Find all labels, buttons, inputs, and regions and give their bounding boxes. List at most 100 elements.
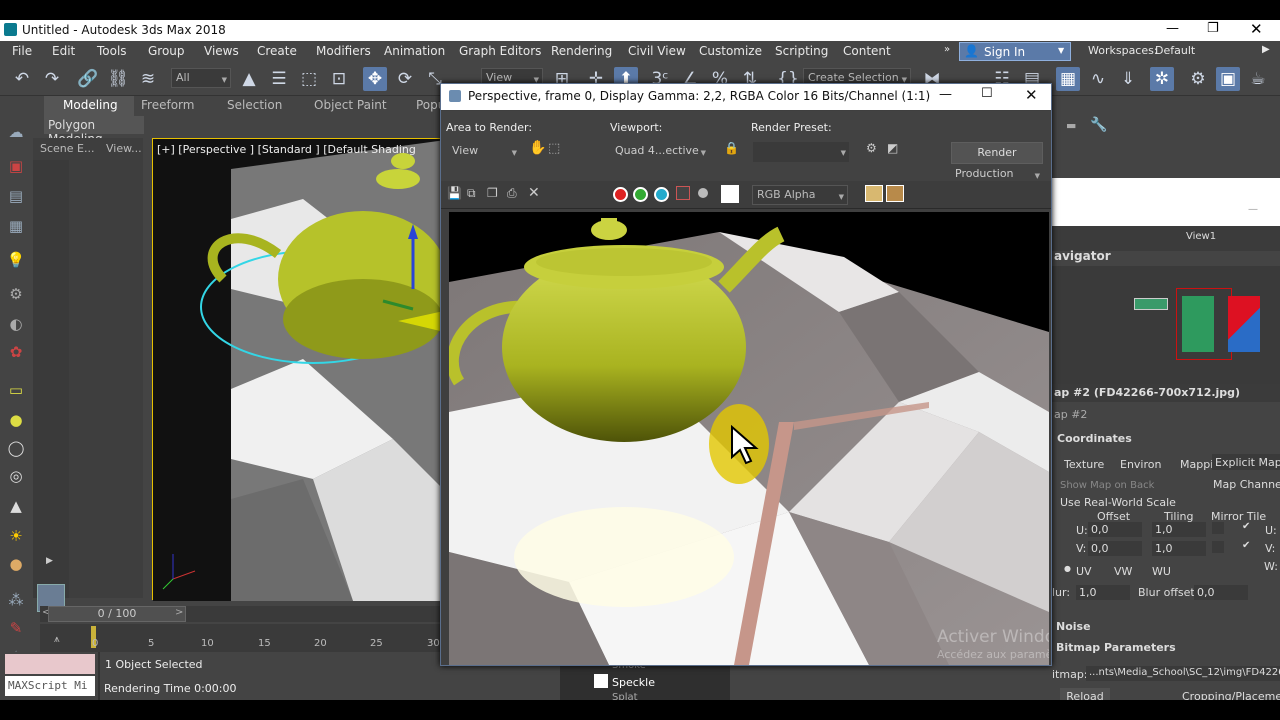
- toolbar-icon-3[interactable]: ▤: [6, 186, 26, 206]
- display-icon[interactable]: ▬: [1066, 119, 1076, 132]
- move-icon[interactable]: ✥: [363, 67, 387, 91]
- alpha-channel-toggle[interactable]: [676, 186, 690, 200]
- menu-graph-editors[interactable]: Graph Editors: [459, 44, 541, 58]
- tab-selection[interactable]: Selection: [227, 98, 282, 112]
- show-map-on-back-checkbox[interactable]: Show Map on Back: [1060, 480, 1154, 491]
- mapping-select[interactable]: Explicit Map Ch: [1212, 454, 1280, 470]
- scene-explorer-icon[interactable]: ▦: [1056, 67, 1080, 91]
- environ-radio[interactable]: Environ: [1120, 458, 1161, 471]
- render-close-icon[interactable]: ✕: [1025, 86, 1038, 104]
- rendered-frame-icon[interactable]: ▣: [1216, 67, 1240, 91]
- window-crossing-icon[interactable]: ⊡: [327, 67, 351, 91]
- menu-overflow-icon[interactable]: »: [944, 44, 950, 55]
- toolbar-icon-4[interactable]: ▦: [6, 216, 26, 236]
- utilities-icon[interactable]: 🔧: [1090, 117, 1107, 133]
- edit-region-icon[interactable]: ✋: [529, 140, 546, 156]
- monochrome-toggle[interactable]: [698, 188, 708, 198]
- reload-button[interactable]: Reload: [1060, 688, 1110, 700]
- render-setup-icon[interactable]: ⚙: [866, 141, 877, 155]
- u-tile-checkbox[interactable]: ✔: [1242, 521, 1250, 532]
- sun-icon[interactable]: ☀: [6, 526, 26, 546]
- menu-rendering[interactable]: Rendering: [551, 44, 612, 58]
- toggle-ui-icon[interactable]: [886, 185, 904, 202]
- toolbar-icon-2[interactable]: ▣: [6, 156, 26, 176]
- next-frame-icon[interactable]: >: [175, 607, 183, 618]
- swatch-color[interactable]: [721, 185, 739, 203]
- schematic-view-icon[interactable]: ⇓: [1116, 67, 1140, 91]
- sphere-icon[interactable]: ●: [6, 410, 26, 430]
- menu-edit[interactable]: Edit: [52, 44, 75, 58]
- bitmap-parameters-rollout[interactable]: Bitmap Parameters: [1056, 641, 1176, 654]
- blur-offset-spinner[interactable]: 0,0: [1194, 585, 1248, 600]
- rotate-icon[interactable]: ⟳: [393, 67, 417, 91]
- scene-explorer-tab[interactable]: Scene E...: [40, 142, 94, 155]
- bitmap-path-button[interactable]: ...nts\Media_School\SC_12\img\FD42266-7: [1086, 666, 1280, 681]
- select-by-name-icon[interactable]: ☰: [267, 67, 291, 91]
- menu-file[interactable]: File: [12, 44, 32, 58]
- lock-icon[interactable]: 🔒: [724, 141, 739, 155]
- v-tiling-spinner[interactable]: 1,0: [1152, 541, 1206, 556]
- view-tab[interactable]: View...: [106, 142, 142, 155]
- green-channel-toggle[interactable]: [633, 187, 648, 202]
- menu-scroll-icon[interactable]: ▶: [1262, 44, 1270, 55]
- polygon-modeling-panel[interactable]: Polygon Modeling: [44, 116, 144, 146]
- toolbar-icon-1[interactable]: ☁: [6, 122, 26, 142]
- tab-object-paint[interactable]: Object Paint: [314, 98, 387, 112]
- menu-customize[interactable]: Customize: [699, 44, 762, 58]
- sign-in-button[interactable]: 👤 Sign In ▼: [959, 42, 1071, 61]
- sphere-gold-icon[interactable]: ●: [6, 554, 26, 574]
- menu-tools[interactable]: Tools: [97, 44, 127, 58]
- toolbar-icon-16[interactable]: ⁂: [6, 590, 26, 610]
- menu-scripting[interactable]: Scripting: [775, 44, 828, 58]
- v-offset-spinner[interactable]: 0,0: [1088, 541, 1142, 556]
- expand-icon[interactable]: ▶: [46, 556, 53, 566]
- render-preset-select[interactable]: [753, 142, 849, 162]
- clear-icon[interactable]: ✕: [528, 185, 540, 201]
- toolbar-icon-17[interactable]: ✎: [6, 618, 26, 638]
- blue-channel-toggle[interactable]: [654, 187, 669, 202]
- maxscript-mini-input[interactable]: MAXScript Mi: [5, 676, 95, 696]
- toolbar-icon-7[interactable]: ◐: [6, 314, 26, 334]
- maxscript-listener[interactable]: [5, 654, 95, 674]
- unlink-icon[interactable]: ⛓: [106, 67, 130, 91]
- render-minimize-icon[interactable]: —: [939, 87, 952, 102]
- curve-editor-icon[interactable]: ∿: [1086, 67, 1110, 91]
- noise-rollout[interactable]: Noise: [1056, 620, 1091, 633]
- render-production-icon[interactable]: ☕: [1246, 67, 1270, 91]
- v-mirror-checkbox[interactable]: [1212, 541, 1224, 553]
- track-bar-icon[interactable]: ⩚: [54, 634, 60, 645]
- wu-radio[interactable]: WU: [1152, 565, 1171, 578]
- list-item-splat[interactable]: Splat: [612, 692, 638, 700]
- time-slider[interactable]: 0 / 100: [48, 606, 186, 622]
- material-editor-icon[interactable]: ✲: [1150, 67, 1174, 91]
- select-object-icon[interactable]: ▲: [237, 67, 261, 91]
- u-mirror-checkbox[interactable]: [1212, 522, 1224, 534]
- tab-freeform[interactable]: Freeform: [141, 98, 194, 112]
- uv-radio[interactable]: UV: [1076, 565, 1092, 578]
- render-button[interactable]: Render: [951, 142, 1043, 164]
- bind-spacewarp-icon[interactable]: ≋: [136, 67, 160, 91]
- restore-icon[interactable]: ❐: [1207, 21, 1219, 36]
- render-maximize-icon[interactable]: ☐: [981, 86, 993, 101]
- toggle-ui-overlay-icon[interactable]: [865, 185, 883, 202]
- rect-selection-icon[interactable]: ⬚: [297, 67, 321, 91]
- texture-radio[interactable]: Texture: [1064, 458, 1104, 471]
- menu-content[interactable]: Content: [843, 44, 891, 58]
- box-icon[interactable]: ▭: [6, 380, 26, 400]
- menu-group[interactable]: Group: [148, 44, 185, 58]
- print-icon[interactable]: ⎙: [507, 186, 517, 201]
- map-name[interactable]: ap #2: [1054, 408, 1087, 421]
- viewport-label[interactable]: [+] [Perspective ] [Standard ] [Default …: [157, 143, 416, 156]
- render-setup-icon[interactable]: ⚙: [1186, 67, 1210, 91]
- link-icon[interactable]: 🔗: [76, 67, 100, 91]
- minimize-panel-icon[interactable]: —: [1248, 204, 1258, 215]
- track-bar[interactable]: ⩚ 0 5 10 15 20 25 30: [40, 624, 440, 652]
- map-node[interactable]: [1134, 298, 1168, 310]
- u-offset-spinner[interactable]: 0,0: [1088, 522, 1142, 537]
- viewport-select[interactable]: Quad 4...ective: [611, 142, 709, 162]
- blur-spinner[interactable]: 1,0: [1076, 585, 1130, 600]
- material-node[interactable]: [1182, 296, 1214, 352]
- area-to-render-select[interactable]: View: [448, 142, 520, 162]
- display-channel-select[interactable]: RGB Alpha: [752, 185, 848, 205]
- coordinates-header[interactable]: Coordinates: [1057, 432, 1132, 445]
